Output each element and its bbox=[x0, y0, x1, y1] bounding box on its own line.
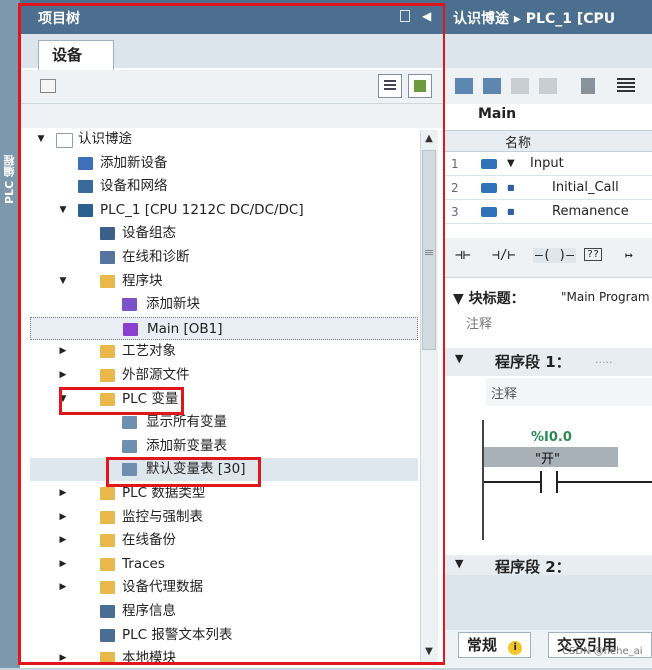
network-1-label: 程序段 1： bbox=[495, 353, 571, 371]
tool-icon-4[interactable] bbox=[539, 78, 557, 94]
interface-param-name: Input bbox=[530, 156, 564, 171]
interface-param-icon bbox=[481, 183, 497, 193]
coil-button[interactable]: –( )– bbox=[533, 248, 577, 263]
watermark: CSDN @hehe_ai bbox=[562, 646, 643, 657]
network-2-collapse-icon[interactable]: ▼ bbox=[455, 557, 463, 570]
no-contact-button[interactable]: ⊣⊢ bbox=[455, 248, 471, 263]
contact-gap bbox=[542, 479, 556, 485]
bullet-icon: ■ bbox=[507, 207, 515, 216]
interface-row[interactable]: 2 ■ Initial_Call bbox=[445, 176, 652, 200]
interface-row[interactable]: 3 ■ Remanence bbox=[445, 200, 652, 224]
network-1-title[interactable]: ..... bbox=[595, 353, 612, 366]
interface-param-icon bbox=[481, 159, 497, 169]
network-2-label: 程序段 2： bbox=[495, 558, 571, 575]
interface-param-name: Initial_Call bbox=[552, 180, 619, 195]
insert-row-icon[interactable] bbox=[455, 78, 473, 94]
editor-breadcrumb: 认识博途 ▸ PLC_1 [CPU bbox=[453, 11, 616, 27]
network-1-comment[interactable]: 注释 bbox=[486, 378, 652, 406]
annotation-box-plc-tags bbox=[59, 387, 184, 415]
row-number: 2 bbox=[451, 181, 459, 195]
open-branch-button[interactable]: ↦ bbox=[625, 248, 633, 263]
delete-row-icon[interactable] bbox=[483, 78, 501, 94]
block-interface-title: Main bbox=[478, 106, 517, 122]
side-strip[interactable] bbox=[0, 0, 20, 668]
power-rail bbox=[482, 420, 484, 540]
tab-general[interactable]: 常规 i bbox=[458, 632, 532, 658]
tool-icon-3[interactable] bbox=[511, 78, 529, 94]
tab-general-label: 常规 bbox=[467, 636, 498, 654]
interface-header: 名称 bbox=[445, 130, 652, 152]
side-strip-label: PLC 编程 bbox=[3, 155, 16, 205]
interface-param-icon bbox=[481, 207, 497, 217]
annotation-box-default-table bbox=[106, 457, 261, 487]
expand-arrow-icon[interactable]: ▼ bbox=[507, 152, 515, 176]
network-2-header[interactable]: ▼ 程序段 2： bbox=[445, 555, 652, 575]
bullet-icon: ■ bbox=[507, 183, 515, 192]
interface-row[interactable]: 1 ▼ Input bbox=[445, 152, 652, 176]
network-1-comment-text: 注释 bbox=[491, 387, 518, 402]
block-comment[interactable]: 注释 bbox=[466, 313, 492, 332]
network-1-header[interactable]: ▼ 程序段 1： ..... bbox=[445, 348, 652, 376]
contact-address: %I0.0 bbox=[531, 430, 572, 445]
info-icon: i bbox=[508, 641, 523, 655]
row-number: 1 bbox=[451, 157, 459, 171]
row-number: 3 bbox=[451, 205, 459, 219]
interface-param-name: Remanence bbox=[552, 204, 629, 219]
contact-right-bar[interactable] bbox=[556, 471, 558, 493]
align-icon[interactable] bbox=[617, 78, 635, 94]
editor-gap bbox=[445, 575, 652, 630]
tool-icon-5[interactable] bbox=[581, 78, 595, 94]
block-title-row: ▼ 块标题： "Main Program bbox=[445, 284, 652, 312]
interface-name-header: 名称 bbox=[505, 136, 532, 151]
network-1-collapse-icon[interactable]: ▼ bbox=[455, 352, 463, 365]
contact-tag: "开" bbox=[535, 452, 560, 467]
nc-contact-button[interactable]: ⊣/⊢ bbox=[492, 248, 515, 263]
annotation-box-tree bbox=[18, 3, 446, 665]
block-title-value[interactable]: "Main Program bbox=[561, 290, 650, 304]
block-title-label: ▼ 块标题： bbox=[453, 291, 525, 307]
editor-toolbar-top bbox=[445, 34, 652, 68]
empty-box-button[interactable]: ?? bbox=[584, 248, 603, 261]
rung-line bbox=[484, 481, 652, 483]
